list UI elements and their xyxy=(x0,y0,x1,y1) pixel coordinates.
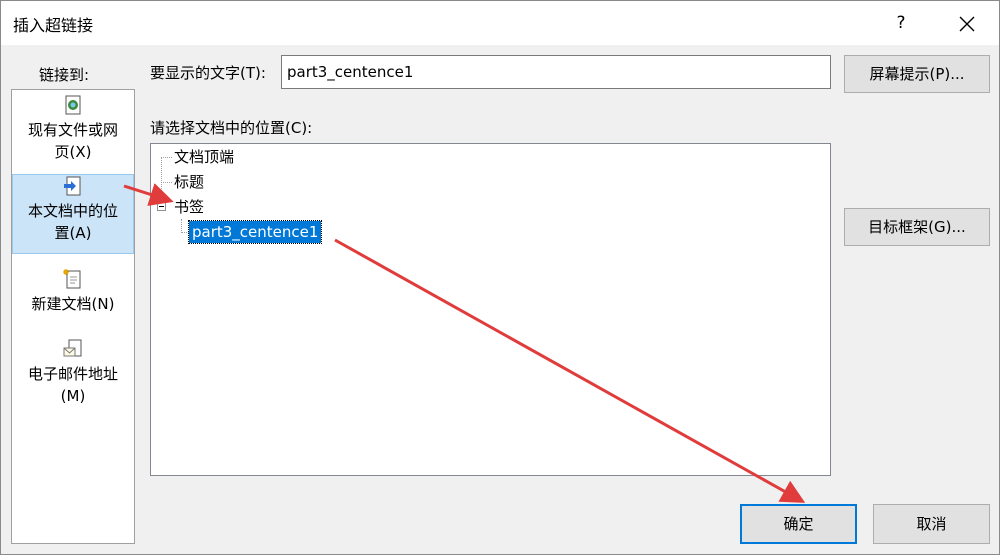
nav-label-line2: (M) xyxy=(60,387,86,405)
tree-item-headings[interactable]: 标题 xyxy=(174,171,204,193)
cancel-button[interactable]: 取消 xyxy=(873,504,990,544)
tree-connector xyxy=(181,219,182,233)
document-place-tree[interactable]: 文档顶端 标题 书签 part3_centence1 xyxy=(150,143,831,476)
close-button[interactable] xyxy=(947,7,987,39)
tree-connector xyxy=(161,182,172,183)
text-to-display-label: 要显示的文字(T): xyxy=(150,64,266,82)
ok-button[interactable]: 确定 xyxy=(740,504,857,544)
nav-place-in-document[interactable]: 本文档中的位 置(A) xyxy=(12,174,134,254)
tree-item-top-of-document[interactable]: 文档顶端 xyxy=(174,146,234,168)
screentip-button[interactable]: 屏幕提示(P)... xyxy=(844,55,990,93)
new-document-icon xyxy=(63,269,81,289)
email-address-icon xyxy=(63,339,82,357)
nav-label-line1: 电子邮件地址 xyxy=(27,365,118,383)
nav-email-address[interactable]: 电子邮件地址 (M) xyxy=(12,338,134,418)
link-to-panel: 现有文件或网 页(X) 本文档中的位 置(A) 新建文档(N) 电子邮件地址 (… xyxy=(11,89,135,544)
tree-connector xyxy=(181,232,189,233)
tree-connector xyxy=(161,157,172,158)
nav-label-line2: 置(A) xyxy=(54,224,92,242)
nav-label-line1: 新建文档(N) xyxy=(31,295,115,313)
text-to-display-input[interactable]: part3_centence1 xyxy=(281,55,831,89)
select-place-label: 请选择文档中的位置(C): xyxy=(150,119,313,137)
nav-label-line2: 页(X) xyxy=(54,143,92,161)
title-bar: 插入超链接 ? xyxy=(1,1,999,45)
insert-hyperlink-dialog: 插入超链接 ? 链接到: 现有文件或网 页(X) 本文档中的位 置(A) 新建文… xyxy=(0,0,1000,555)
existing-file-icon xyxy=(65,95,81,115)
place-in-document-icon xyxy=(64,176,81,196)
collapse-icon[interactable] xyxy=(157,202,166,211)
help-button[interactable]: ? xyxy=(881,7,921,39)
link-to-label: 链接到: xyxy=(39,66,90,84)
target-frame-button[interactable]: 目标框架(G)... xyxy=(844,208,990,246)
tree-item-bookmarks[interactable]: 书签 xyxy=(174,196,204,218)
nav-label-line1: 现有文件或网 xyxy=(27,121,118,139)
dialog-title: 插入超链接 xyxy=(13,16,94,35)
nav-label-line1: 本文档中的位 xyxy=(27,202,118,220)
nav-new-document[interactable]: 新建文档(N) xyxy=(12,268,134,326)
tree-item-bookmark[interactable]: part3_centence1 xyxy=(187,220,323,244)
nav-existing-file[interactable]: 现有文件或网 页(X) xyxy=(12,94,134,174)
close-icon xyxy=(959,16,975,31)
